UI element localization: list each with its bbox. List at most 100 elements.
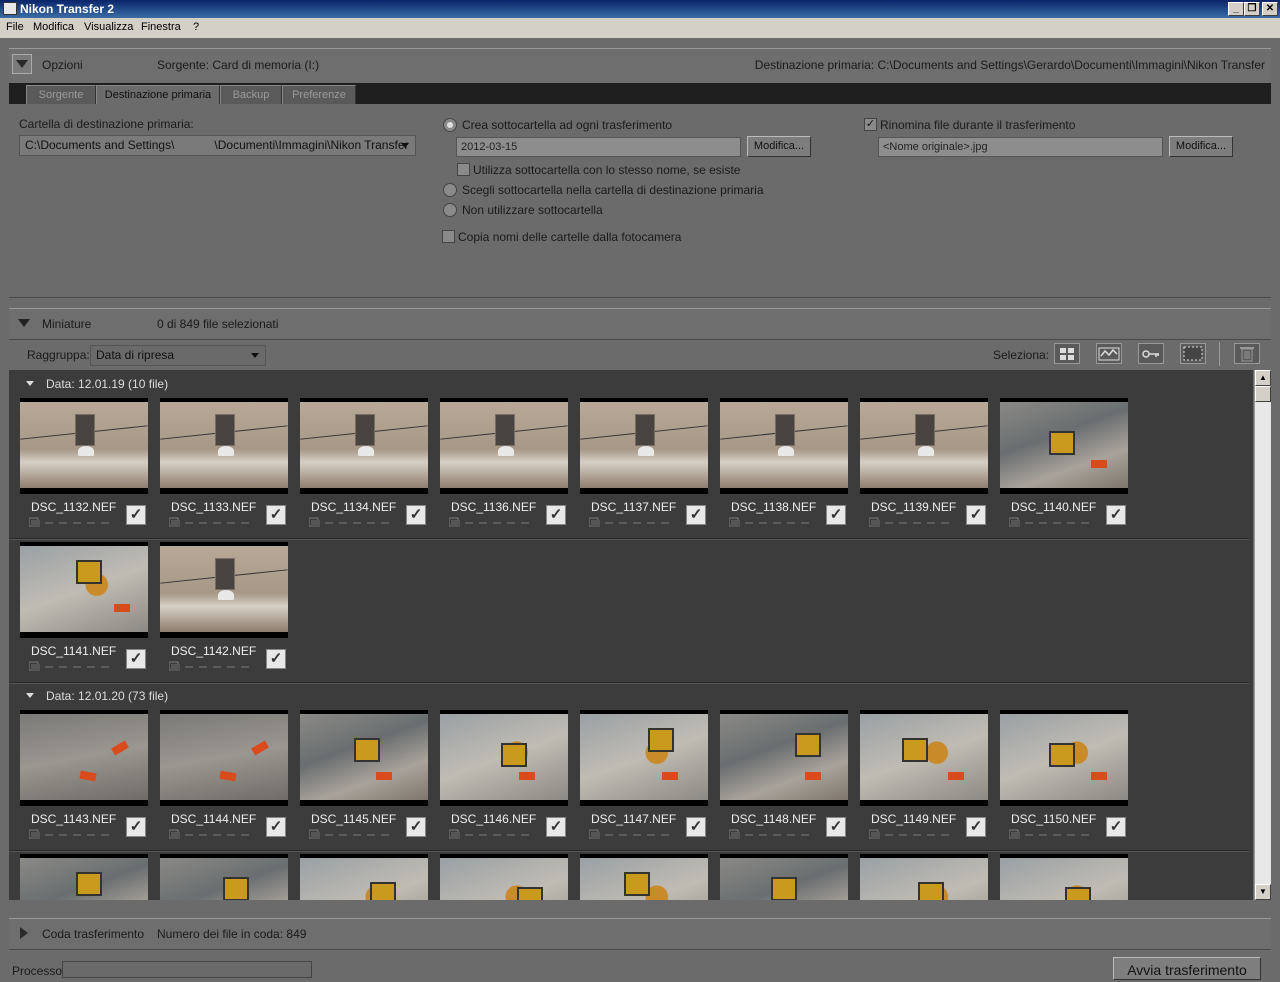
transfer-checkbox[interactable]: ✓ bbox=[266, 649, 286, 669]
tab-preferenze[interactable]: Preferenze bbox=[282, 85, 356, 104]
use-existing-checkbox[interactable] bbox=[457, 163, 470, 176]
menu-modifica[interactable]: Modifica bbox=[33, 21, 74, 33]
thumbnail-item[interactable]: DSC_1148.NEF ✓ bbox=[720, 710, 848, 850]
thumbnail-image[interactable] bbox=[440, 398, 568, 494]
transfer-checkbox[interactable]: ✓ bbox=[826, 817, 846, 837]
transfer-checkbox[interactable]: ✓ bbox=[546, 505, 566, 525]
thumbnail-image[interactable] bbox=[1000, 854, 1128, 900]
menu-file[interactable]: File bbox=[6, 21, 24, 33]
thumbnail-item[interactable] bbox=[860, 854, 988, 900]
thumbnail-item[interactable] bbox=[720, 854, 848, 900]
select-all-grid-icon[interactable] bbox=[1054, 343, 1080, 364]
delete-trash-icon[interactable] bbox=[1234, 343, 1260, 364]
subfolder-modify-button[interactable]: Modifica... bbox=[747, 136, 811, 157]
thumbnail-item[interactable]: DSC_1146.NEF ✓ bbox=[440, 710, 568, 850]
restore-button[interactable]: ❐ bbox=[1244, 2, 1260, 16]
thumbnail-item[interactable]: DSC_1144.NEF ✓ bbox=[160, 710, 288, 850]
thumbnail-item[interactable]: DSC_1150.NEF ✓ bbox=[1000, 710, 1128, 850]
thumbnail-image[interactable] bbox=[160, 398, 288, 494]
create-subfolder-radio[interactable] bbox=[443, 118, 457, 132]
group-header[interactable]: Data: 12.01.19 (10 file) bbox=[9, 374, 1249, 396]
thumbnail-item[interactable]: DSC_1140.NEF ✓ bbox=[1000, 398, 1128, 538]
close-button[interactable]: ✕ bbox=[1262, 2, 1278, 16]
thumbnail-item[interactable] bbox=[1000, 854, 1128, 900]
thumbnail-item[interactable]: DSC_1136.NEF ✓ bbox=[440, 398, 568, 538]
thumbnail-item[interactable]: DSC_1149.NEF ✓ bbox=[860, 710, 988, 850]
thumbnail-image[interactable] bbox=[160, 854, 288, 900]
select-new-wave-icon[interactable] bbox=[1096, 343, 1122, 364]
thumbnail-image[interactable] bbox=[440, 710, 568, 806]
thumbnail-item[interactable]: DSC_1139.NEF ✓ bbox=[860, 398, 988, 538]
transfer-checkbox[interactable]: ✓ bbox=[406, 505, 426, 525]
thumbnail-image[interactable] bbox=[20, 710, 148, 806]
transfer-checkbox[interactable]: ✓ bbox=[1106, 817, 1126, 837]
copy-camera-folders-checkbox[interactable] bbox=[442, 230, 455, 243]
minimize-button[interactable]: _ bbox=[1228, 2, 1244, 16]
thumbnail-image[interactable] bbox=[20, 542, 148, 638]
thumbnail-image[interactable] bbox=[720, 854, 848, 900]
transfer-checkbox[interactable]: ✓ bbox=[1106, 505, 1126, 525]
thumbnail-image[interactable] bbox=[300, 710, 428, 806]
transfer-checkbox[interactable]: ✓ bbox=[266, 817, 286, 837]
thumbnail-item[interactable]: DSC_1132.NEF ✓ bbox=[20, 398, 148, 538]
group-header[interactable]: Data: 12.01.20 (73 file) bbox=[9, 686, 1249, 708]
thumbnail-image[interactable] bbox=[440, 854, 568, 900]
thumbnail-item[interactable]: DSC_1134.NEF ✓ bbox=[300, 398, 428, 538]
select-marquee-icon[interactable] bbox=[1180, 343, 1206, 364]
thumbnail-item[interactable]: DSC_1147.NEF ✓ bbox=[580, 710, 708, 850]
thumbnail-item[interactable]: DSC_1141.NEF ✓ bbox=[20, 542, 148, 682]
thumbnail-image[interactable] bbox=[580, 398, 708, 494]
transfer-checkbox[interactable]: ✓ bbox=[546, 817, 566, 837]
thumbnail-item[interactable]: DSC_1145.NEF ✓ bbox=[300, 710, 428, 850]
choose-subfolder-radio[interactable] bbox=[443, 183, 457, 197]
transfer-checkbox[interactable]: ✓ bbox=[966, 817, 986, 837]
options-collapse-button[interactable] bbox=[12, 54, 32, 74]
thumbnail-image[interactable] bbox=[1000, 710, 1128, 806]
tab-backup[interactable]: Backup bbox=[220, 85, 282, 104]
thumbnail-image[interactable] bbox=[20, 398, 148, 494]
transfer-checkbox[interactable]: ✓ bbox=[826, 505, 846, 525]
thumbnail-item[interactable] bbox=[300, 854, 428, 900]
start-transfer-button[interactable]: Avvia trasferimento bbox=[1113, 957, 1261, 980]
thumbnail-image[interactable] bbox=[1000, 398, 1128, 494]
thumbnail-image[interactable] bbox=[580, 854, 708, 900]
dest-folder-dropdown[interactable]: C:\Documents and Settings\ \Documenti\Im… bbox=[19, 135, 416, 156]
thumbnail-image[interactable] bbox=[300, 854, 428, 900]
thumbnail-image[interactable] bbox=[580, 710, 708, 806]
transfer-checkbox[interactable]: ✓ bbox=[686, 505, 706, 525]
subfolder-name-field[interactable]: 2012-03-15 bbox=[456, 137, 741, 157]
transfer-checkbox[interactable]: ✓ bbox=[126, 505, 146, 525]
transfer-checkbox[interactable]: ✓ bbox=[126, 649, 146, 669]
thumbnail-item[interactable]: DSC_1143.NEF ✓ bbox=[20, 710, 148, 850]
thumbnail-image[interactable] bbox=[860, 710, 988, 806]
rename-modify-button[interactable]: Modifica... bbox=[1169, 136, 1233, 157]
thumbnail-item[interactable]: DSC_1138.NEF ✓ bbox=[720, 398, 848, 538]
thumbnails-scrollbar[interactable]: ▲ ▼ bbox=[1254, 370, 1271, 900]
thumbnail-item[interactable] bbox=[580, 854, 708, 900]
thumbnail-image[interactable] bbox=[720, 710, 848, 806]
thumbnail-item[interactable] bbox=[440, 854, 568, 900]
thumbnail-item[interactable] bbox=[160, 854, 288, 900]
tab-sorgente[interactable]: Sorgente bbox=[26, 85, 96, 104]
scroll-up-arrow-icon[interactable]: ▲ bbox=[1255, 370, 1271, 386]
thumbnail-image[interactable] bbox=[720, 398, 848, 494]
menu-finestra[interactable]: Finestra bbox=[141, 21, 181, 33]
transfer-checkbox[interactable]: ✓ bbox=[966, 505, 986, 525]
menu-help[interactable]: ? bbox=[193, 21, 199, 33]
thumbnail-item[interactable] bbox=[20, 854, 148, 900]
thumbnail-image[interactable] bbox=[20, 854, 148, 900]
transfer-checkbox[interactable]: ✓ bbox=[686, 817, 706, 837]
thumbnail-image[interactable] bbox=[160, 710, 288, 806]
group-by-dropdown[interactable]: Data di ripresa bbox=[90, 345, 266, 366]
thumbnail-item[interactable]: DSC_1142.NEF ✓ bbox=[160, 542, 288, 682]
select-protected-key-icon[interactable] bbox=[1138, 343, 1164, 364]
thumbnail-image[interactable] bbox=[860, 398, 988, 494]
thumbnail-item[interactable]: DSC_1137.NEF ✓ bbox=[580, 398, 708, 538]
menu-visualizza[interactable]: Visualizza bbox=[84, 21, 133, 33]
thumbnails-collapse-icon[interactable] bbox=[18, 319, 30, 327]
scroll-thumb[interactable] bbox=[1255, 386, 1271, 402]
thumbnail-image[interactable] bbox=[860, 854, 988, 900]
tab-destinazione-primaria[interactable]: Destinazione primaria bbox=[96, 85, 220, 104]
scroll-down-arrow-icon[interactable]: ▼ bbox=[1255, 884, 1271, 900]
rename-pattern-field[interactable]: <Nome originale>.jpg bbox=[878, 137, 1163, 157]
